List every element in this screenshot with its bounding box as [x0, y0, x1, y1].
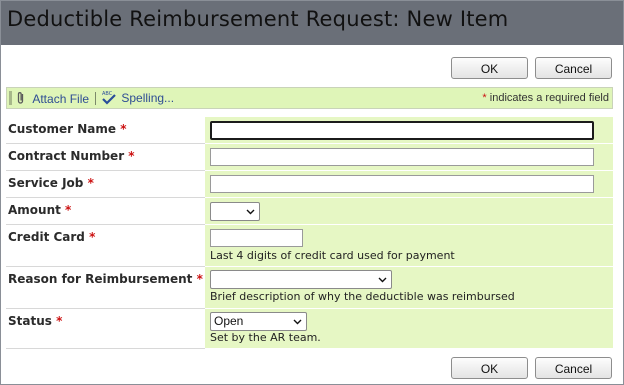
field-label-text: Customer Name: [8, 122, 116, 136]
spelling-label: Spelling...: [121, 91, 175, 105]
customer-name-input[interactable]: [210, 121, 594, 140]
attach-file-label: Attach File: [32, 92, 90, 106]
required-star: *: [196, 272, 203, 286]
toolbar-grip: [9, 91, 12, 105]
field-label-text: Credit Card: [8, 230, 85, 244]
field-row-service-job: Service Job *: [6, 171, 613, 198]
ok-button-bottom[interactable]: OK: [451, 357, 528, 379]
field-row-credit-card: Credit Card * Last 4 digits of credit ca…: [6, 225, 613, 267]
contract-number-input[interactable]: [210, 148, 594, 166]
value-cell: [205, 117, 613, 144]
field-label-text: Contract Number: [8, 149, 125, 163]
field-row-amount: Amount *: [6, 198, 613, 225]
field-label: Status *: [8, 314, 62, 328]
svg-text:ABC: ABC: [102, 91, 113, 97]
toolbar-separator: [95, 92, 96, 105]
title-bar: Deductible Reimbursement Request: New It…: [1, 1, 623, 45]
required-star: *: [120, 122, 127, 136]
status-select-value: Open: [214, 314, 244, 328]
label-cell: Amount *: [6, 198, 205, 225]
dialog-title: Deductible Reimbursement Request: New It…: [7, 7, 509, 31]
field-row-contract-number: Contract Number *: [6, 144, 613, 171]
field-label: Contract Number *: [8, 149, 135, 163]
credit-card-input[interactable]: [210, 229, 303, 247]
value-cell: Last 4 digits of credit card used for pa…: [205, 225, 613, 267]
required-star: *: [56, 314, 63, 328]
dialog-window: Deductible Reimbursement Request: New It…: [0, 0, 624, 385]
field-label-text: Service Job: [8, 176, 84, 190]
attach-file-button[interactable]: Attach File: [16, 91, 89, 108]
cancel-button-top[interactable]: Cancel: [535, 57, 612, 79]
field-label-text: Reason for Reimbursement: [8, 272, 193, 286]
field-label-text: Amount: [8, 203, 61, 217]
required-star: *: [65, 203, 72, 217]
required-star: *: [87, 176, 94, 190]
field-label: Amount *: [8, 203, 71, 217]
field-label-text: Status: [8, 314, 52, 328]
ok-button-top[interactable]: OK: [451, 57, 528, 79]
field-label: Reason for Reimbursement *: [8, 272, 203, 286]
label-cell: Status *: [6, 309, 205, 349]
value-cell: [205, 171, 613, 198]
spelling-button[interactable]: ABC Spelling...: [101, 89, 174, 108]
cancel-button-bottom[interactable]: Cancel: [535, 357, 612, 379]
amount-select[interactable]: [210, 202, 260, 221]
field-label: Customer Name *: [8, 122, 126, 136]
form-toolbar: Attach File ABC Spelling... * indicates …: [6, 87, 613, 109]
label-cell: Credit Card *: [6, 225, 205, 267]
value-cell: [205, 198, 613, 225]
status-select[interactable]: Open: [210, 312, 307, 331]
spellcheck-icon: ABC: [101, 89, 117, 108]
value-cell: [205, 144, 613, 171]
field-row-status: Status * Open Set by the AR team.: [6, 309, 613, 349]
label-cell: Reason for Reimbursement *: [6, 267, 205, 309]
reason-select[interactable]: [210, 270, 392, 289]
required-star: *: [89, 230, 96, 244]
label-cell: Contract Number *: [6, 144, 205, 171]
value-cell: Open Set by the AR team.: [205, 309, 613, 349]
field-label: Service Job *: [8, 176, 94, 190]
credit-card-help: Last 4 digits of credit card used for pa…: [210, 249, 455, 262]
field-row-customer-name: Customer Name *: [6, 117, 613, 144]
reason-help: Brief description of why the deductible …: [210, 290, 515, 303]
label-cell: Customer Name *: [6, 117, 205, 144]
required-star: *: [128, 149, 135, 163]
field-row-reason: Reason for Reimbursement * Brief descrip…: [6, 267, 613, 309]
paperclip-icon: [16, 91, 26, 108]
service-job-input[interactable]: [210, 175, 594, 193]
required-note-text: indicates a required field: [486, 92, 609, 104]
label-cell: Service Job *: [6, 171, 205, 198]
required-field-note: * indicates a required field: [482, 91, 609, 105]
status-help: Set by the AR team.: [210, 331, 321, 344]
field-label: Credit Card *: [8, 230, 95, 244]
value-cell: Brief description of why the deductible …: [205, 267, 613, 309]
